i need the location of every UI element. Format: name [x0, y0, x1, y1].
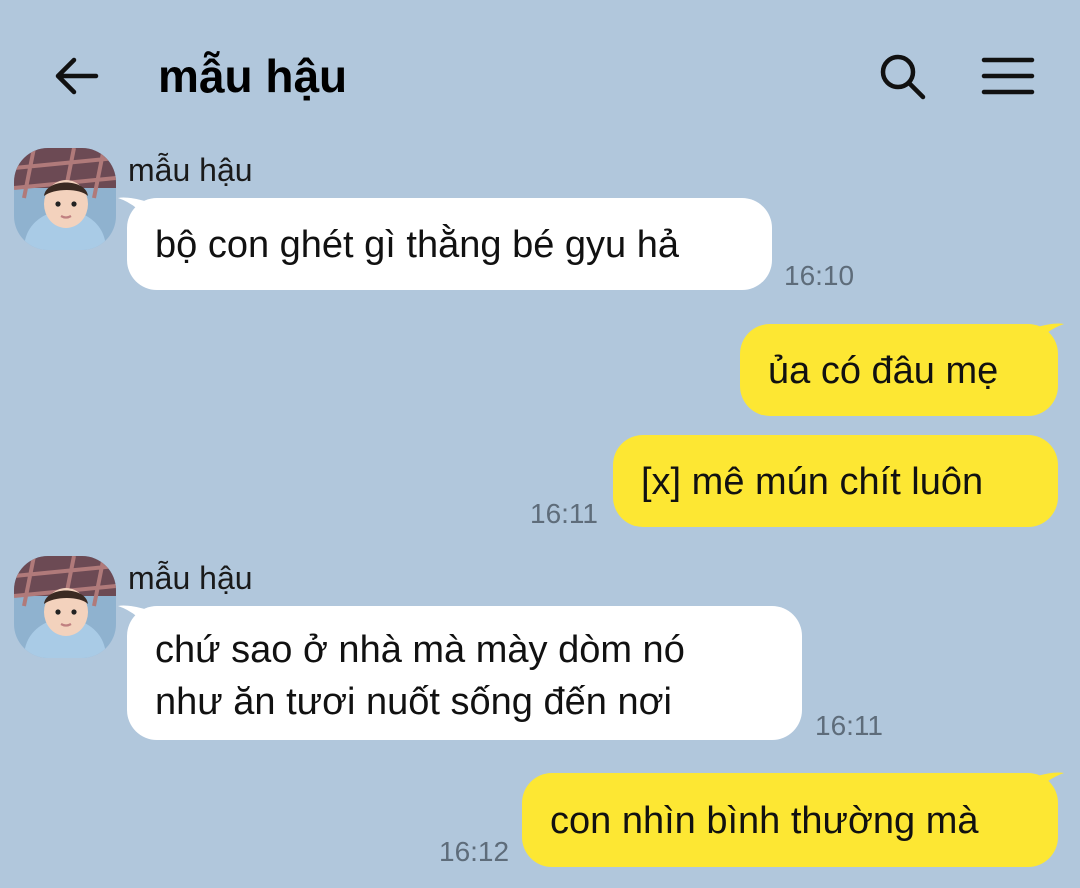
- search-button[interactable]: [872, 46, 932, 106]
- message-bubble-outgoing[interactable]: con nhìn bình thường mà: [522, 773, 1058, 867]
- message-time: 16:12: [439, 836, 510, 867]
- message-bubble-incoming[interactable]: bộ con ghét gì thằng bé gyu hả: [127, 198, 772, 290]
- message-bubble-incoming[interactable]: chứ sao ở nhà mà mày dòm nó như ăn tươi …: [127, 606, 802, 740]
- menu-button[interactable]: [976, 46, 1040, 106]
- message-text: [x] mê mún chít luôn: [641, 461, 984, 503]
- avatar[interactable]: [14, 556, 116, 658]
- message-text: ủa có đâu mẹ: [768, 350, 999, 392]
- chat-header: mẫu hậu: [0, 0, 1080, 140]
- menu-icon: [981, 57, 1035, 95]
- message-text: con nhìn bình thường mà: [550, 800, 979, 842]
- message-text-line: như ăn tươi nuốt sống đến nơi: [155, 681, 672, 723]
- message-time: 16:11: [815, 710, 883, 741]
- baby-avatar-icon: [14, 556, 116, 658]
- message-text-line: chứ sao ở nhà mà mày dòm nó: [155, 629, 685, 671]
- search-icon: [880, 54, 926, 100]
- message-bubble-outgoing[interactable]: ủa có đâu mẹ: [740, 324, 1058, 416]
- sender-name: mẫu hậu: [128, 560, 253, 596]
- message-time: 16:11: [530, 498, 598, 529]
- message-bubble-outgoing[interactable]: [x] mê mún chít luôn: [613, 435, 1058, 527]
- sender-name: mẫu hậu: [128, 152, 253, 188]
- message-time: 16:10: [784, 260, 855, 291]
- chat-title: mẫu hậu: [158, 50, 348, 102]
- avatar[interactable]: [14, 148, 116, 250]
- back-button[interactable]: [48, 48, 104, 104]
- baby-avatar-icon: [14, 148, 116, 250]
- message-text: bộ con ghét gì thằng bé gyu hả: [155, 224, 679, 266]
- arrow-left-icon: [55, 57, 99, 95]
